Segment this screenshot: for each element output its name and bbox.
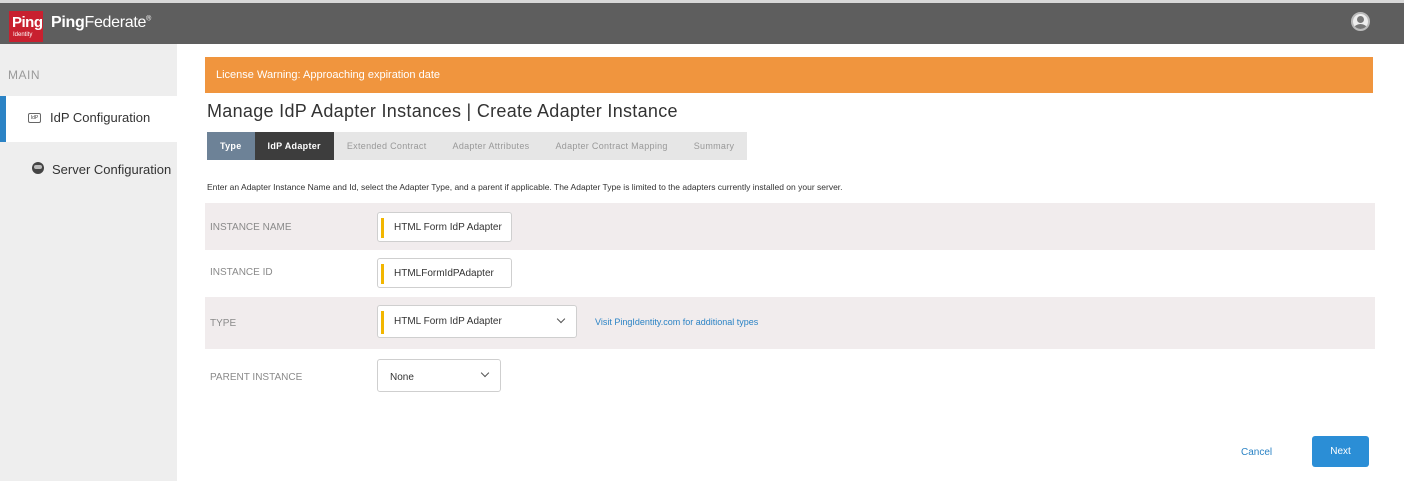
instance-id-value: HTMLFormIdPAdapter	[394, 268, 494, 279]
required-indicator	[381, 311, 384, 334]
parent-instance-value: None	[390, 372, 414, 383]
sidebar-item-label: IdP Configuration	[50, 110, 151, 125]
user-avatar-icon[interactable]	[1351, 12, 1370, 31]
parent-instance-label: PARENT INSTANCE	[210, 372, 303, 383]
chevron-down-icon	[480, 368, 490, 378]
product-name-light: Federate	[84, 14, 147, 31]
top-bar: Ping Identity PingFederate®	[0, 0, 1404, 44]
product-name: PingFederate®	[51, 14, 151, 32]
instance-name-input[interactable]: HTML Form IdP Adapter	[377, 212, 512, 242]
license-warning-banner: License Warning: Approaching expiration …	[205, 57, 1373, 93]
type-select[interactable]: HTML Form IdP Adapter	[377, 305, 577, 338]
tab-idp-adapter[interactable]: IdP Adapter	[254, 132, 334, 160]
type-row: TYPE HTML Form IdP Adapter Visit PingIde…	[205, 297, 1375, 349]
additional-types-link[interactable]: Visit PingIdentity.com for additional ty…	[595, 317, 758, 327]
parent-instance-row: PARENT INSTANCE None	[205, 349, 1375, 401]
page-title: Manage IdP Adapter Instances | Create Ad…	[207, 101, 678, 121]
sidebar-item-idp-configuration[interactable]: IdP IdP Configuration	[0, 96, 188, 142]
instance-id-input[interactable]: HTMLFormIdPAdapter	[377, 258, 512, 288]
tab-summary: Summary	[680, 132, 748, 160]
instructions-text: Enter an Adapter Instance Name and Id, s…	[207, 182, 843, 192]
chevron-down-icon	[556, 314, 566, 324]
product-name-mark: ®	[146, 15, 151, 23]
ping-identity-logo[interactable]: Ping Identity	[9, 11, 43, 42]
wizard-tabs: Type IdP Adapter Extended Contract Adapt…	[207, 132, 748, 160]
server-icon	[32, 162, 44, 174]
type-select-value: HTML Form IdP Adapter	[394, 316, 502, 327]
required-indicator	[381, 218, 384, 238]
sidebar-item-label: Server Configuration	[52, 162, 172, 177]
cancel-button[interactable]: Cancel	[1241, 447, 1272, 458]
sidebar: MAIN IdP IdP Configuration Server Config…	[0, 44, 188, 481]
type-label: TYPE	[210, 318, 237, 329]
tab-adapter-attributes: Adapter Attributes	[439, 132, 543, 160]
idp-icon: IdP	[28, 113, 41, 123]
instance-id-label: INSTANCE ID	[210, 267, 273, 278]
sidebar-item-server-configuration[interactable]: Server Configuration	[0, 148, 177, 184]
next-button[interactable]: Next	[1312, 436, 1369, 467]
instance-name-value: HTML Form IdP Adapter	[394, 222, 502, 233]
instance-name-row: INSTANCE NAME HTML Form IdP Adapter	[205, 203, 1375, 250]
product-name-bold: Ping	[51, 14, 85, 31]
instance-name-label: INSTANCE NAME	[210, 222, 292, 233]
tab-extended-contract: Extended Contract	[333, 132, 440, 160]
tab-adapter-contract-mapping: Adapter Contract Mapping	[542, 132, 681, 160]
tab-type[interactable]: Type	[207, 132, 255, 160]
logo-subtext: Identity	[13, 32, 33, 38]
required-indicator	[381, 264, 384, 284]
sidebar-section-title: MAIN	[8, 68, 40, 82]
parent-instance-select[interactable]: None	[377, 359, 501, 392]
logo-text: Ping	[12, 14, 43, 31]
instance-id-row: INSTANCE ID HTMLFormIdPAdapter	[205, 250, 1375, 297]
